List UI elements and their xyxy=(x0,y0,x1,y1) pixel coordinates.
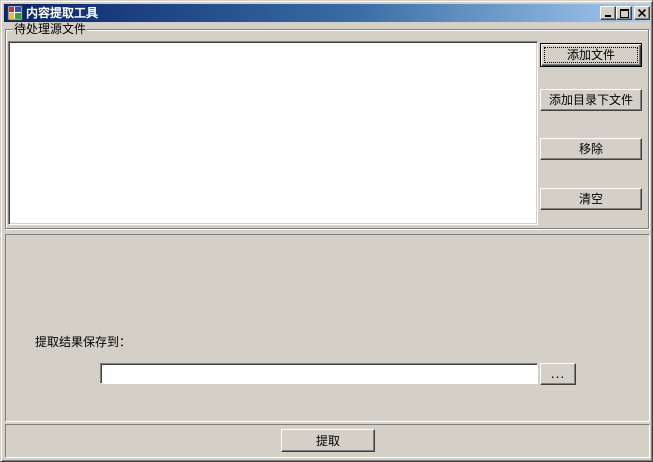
add-directory-files-button[interactable]: 添加目录下文件 xyxy=(540,89,642,111)
maximize-icon xyxy=(620,9,629,18)
window-title: 内容提取工具 xyxy=(26,6,99,20)
title-bar[interactable]: 内容提取工具 xyxy=(4,4,650,22)
clear-button[interactable]: 清空 xyxy=(540,188,642,210)
source-files-legend: 待处理源文件 xyxy=(13,22,88,36)
minimize-icon xyxy=(605,15,611,17)
add-file-button-label: 添加文件 xyxy=(566,48,615,62)
close-button[interactable] xyxy=(634,6,650,20)
save-to-label: 提取结果保存到： xyxy=(35,335,132,349)
output-path-input[interactable] xyxy=(100,363,538,384)
app-window-icon[interactable] xyxy=(7,5,23,21)
source-files-list[interactable] xyxy=(8,41,538,225)
add-file-button[interactable]: 添加文件 xyxy=(540,43,642,67)
minimize-button[interactable] xyxy=(600,6,616,20)
remove-button[interactable]: 移除 xyxy=(540,138,642,160)
main-window: 内容提取工具 待处理源文件 添加文件 添加目录下文件 移除 清空 提取结果保存到… xyxy=(0,0,653,462)
browse-button[interactable]: ... xyxy=(540,363,576,385)
close-icon xyxy=(638,9,646,17)
maximize-button[interactable] xyxy=(616,6,632,20)
extract-button[interactable]: 提取 xyxy=(281,429,375,452)
output-settings-panel xyxy=(5,234,650,422)
